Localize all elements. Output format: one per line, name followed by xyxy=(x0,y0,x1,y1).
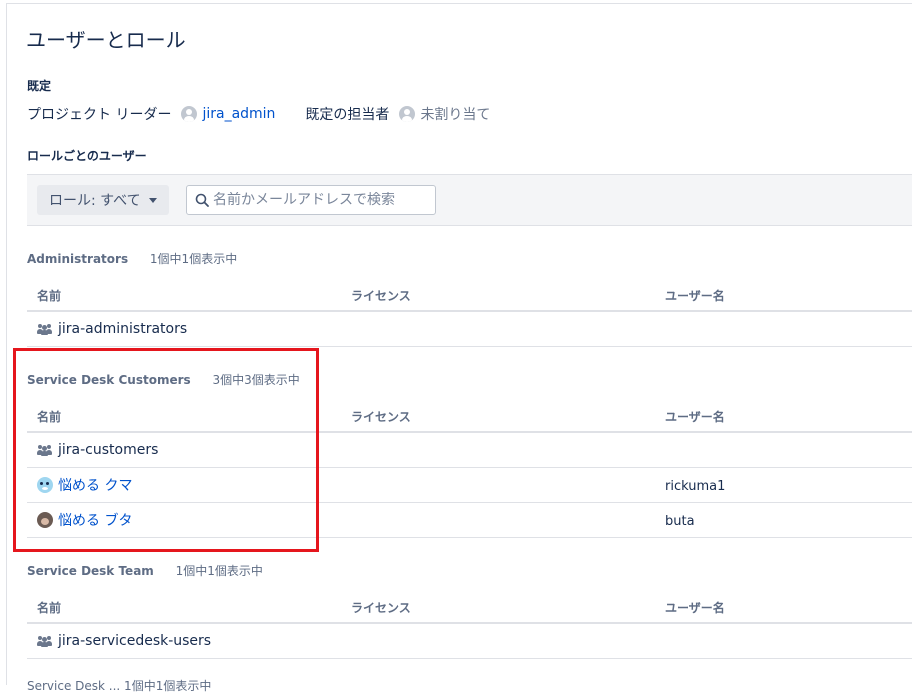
page-title: ユーザーとロール xyxy=(26,28,186,52)
group-name: jira-servicedesk-users xyxy=(58,633,212,649)
column-header-license[interactable]: ライセンス xyxy=(351,408,411,425)
project-lead-link[interactable]: jira_admin xyxy=(202,106,275,122)
role-header-administrators: Administrators 1個中1個表示中 xyxy=(27,250,237,267)
defaults-row: プロジェクト リーダー jira_admin 既定の担当者 未割り当て xyxy=(27,104,490,124)
table-row: jira-servicedesk-users xyxy=(37,631,211,651)
username-cell: rickuma1 xyxy=(665,478,726,494)
search-input[interactable] xyxy=(213,192,413,208)
default-assignee-value: 未割り当て xyxy=(420,107,491,123)
group-icon xyxy=(37,323,52,335)
column-header-license[interactable]: ライセンス xyxy=(351,599,411,616)
table-row: jira-administrators xyxy=(37,319,187,339)
project-lead-label: プロジェクト リーダー xyxy=(27,107,172,123)
search-box[interactable] xyxy=(186,185,436,215)
column-header-name[interactable]: 名前 xyxy=(37,287,61,304)
role-header-service-desk-team: Service Desk Team 1個中1個表示中 xyxy=(27,562,263,579)
chevron-down-icon xyxy=(148,197,157,203)
next-role-header-cut-off: Service Desk ... 1個中1個表示中 xyxy=(27,679,212,693)
user-avatar-icon xyxy=(181,106,198,122)
unassigned-avatar-icon xyxy=(399,106,416,122)
role-name: Service Desk Team xyxy=(27,564,154,578)
role-count: 1個中1個表示中 xyxy=(175,564,263,578)
filter-toolbar: ロール: すべて xyxy=(27,174,912,226)
table-header-divider xyxy=(27,310,912,312)
group-name: jira-administrators xyxy=(58,321,188,337)
row-divider xyxy=(27,346,912,347)
column-header-username[interactable]: ユーザー名 xyxy=(665,599,725,616)
column-header-name[interactable]: 名前 xyxy=(37,599,61,616)
column-header-username[interactable]: ユーザー名 xyxy=(665,408,725,425)
role-filter-dropdown[interactable]: ロール: すべて xyxy=(37,185,169,215)
default-assignee-label: 既定の担当者 xyxy=(305,107,390,123)
column-header-username[interactable]: ユーザー名 xyxy=(665,287,725,304)
role-name: Administrators xyxy=(27,252,129,266)
table-header-divider xyxy=(27,622,912,624)
role-filter-label: ロール: すべて xyxy=(49,193,141,209)
role-count: 1個中1個表示中 xyxy=(149,252,238,266)
content-top-border xyxy=(6,3,912,4)
content-left-border xyxy=(6,3,7,685)
group-icon xyxy=(37,635,52,647)
defaults-heading: 既定 xyxy=(27,79,52,93)
red-highlight-annotation xyxy=(13,348,319,552)
search-icon xyxy=(195,193,209,207)
column-header-license[interactable]: ライセンス xyxy=(351,287,411,304)
users-by-role-heading: ロールごとのユーザー xyxy=(27,149,147,163)
row-divider xyxy=(27,658,912,659)
username-cell: buta xyxy=(665,513,695,529)
